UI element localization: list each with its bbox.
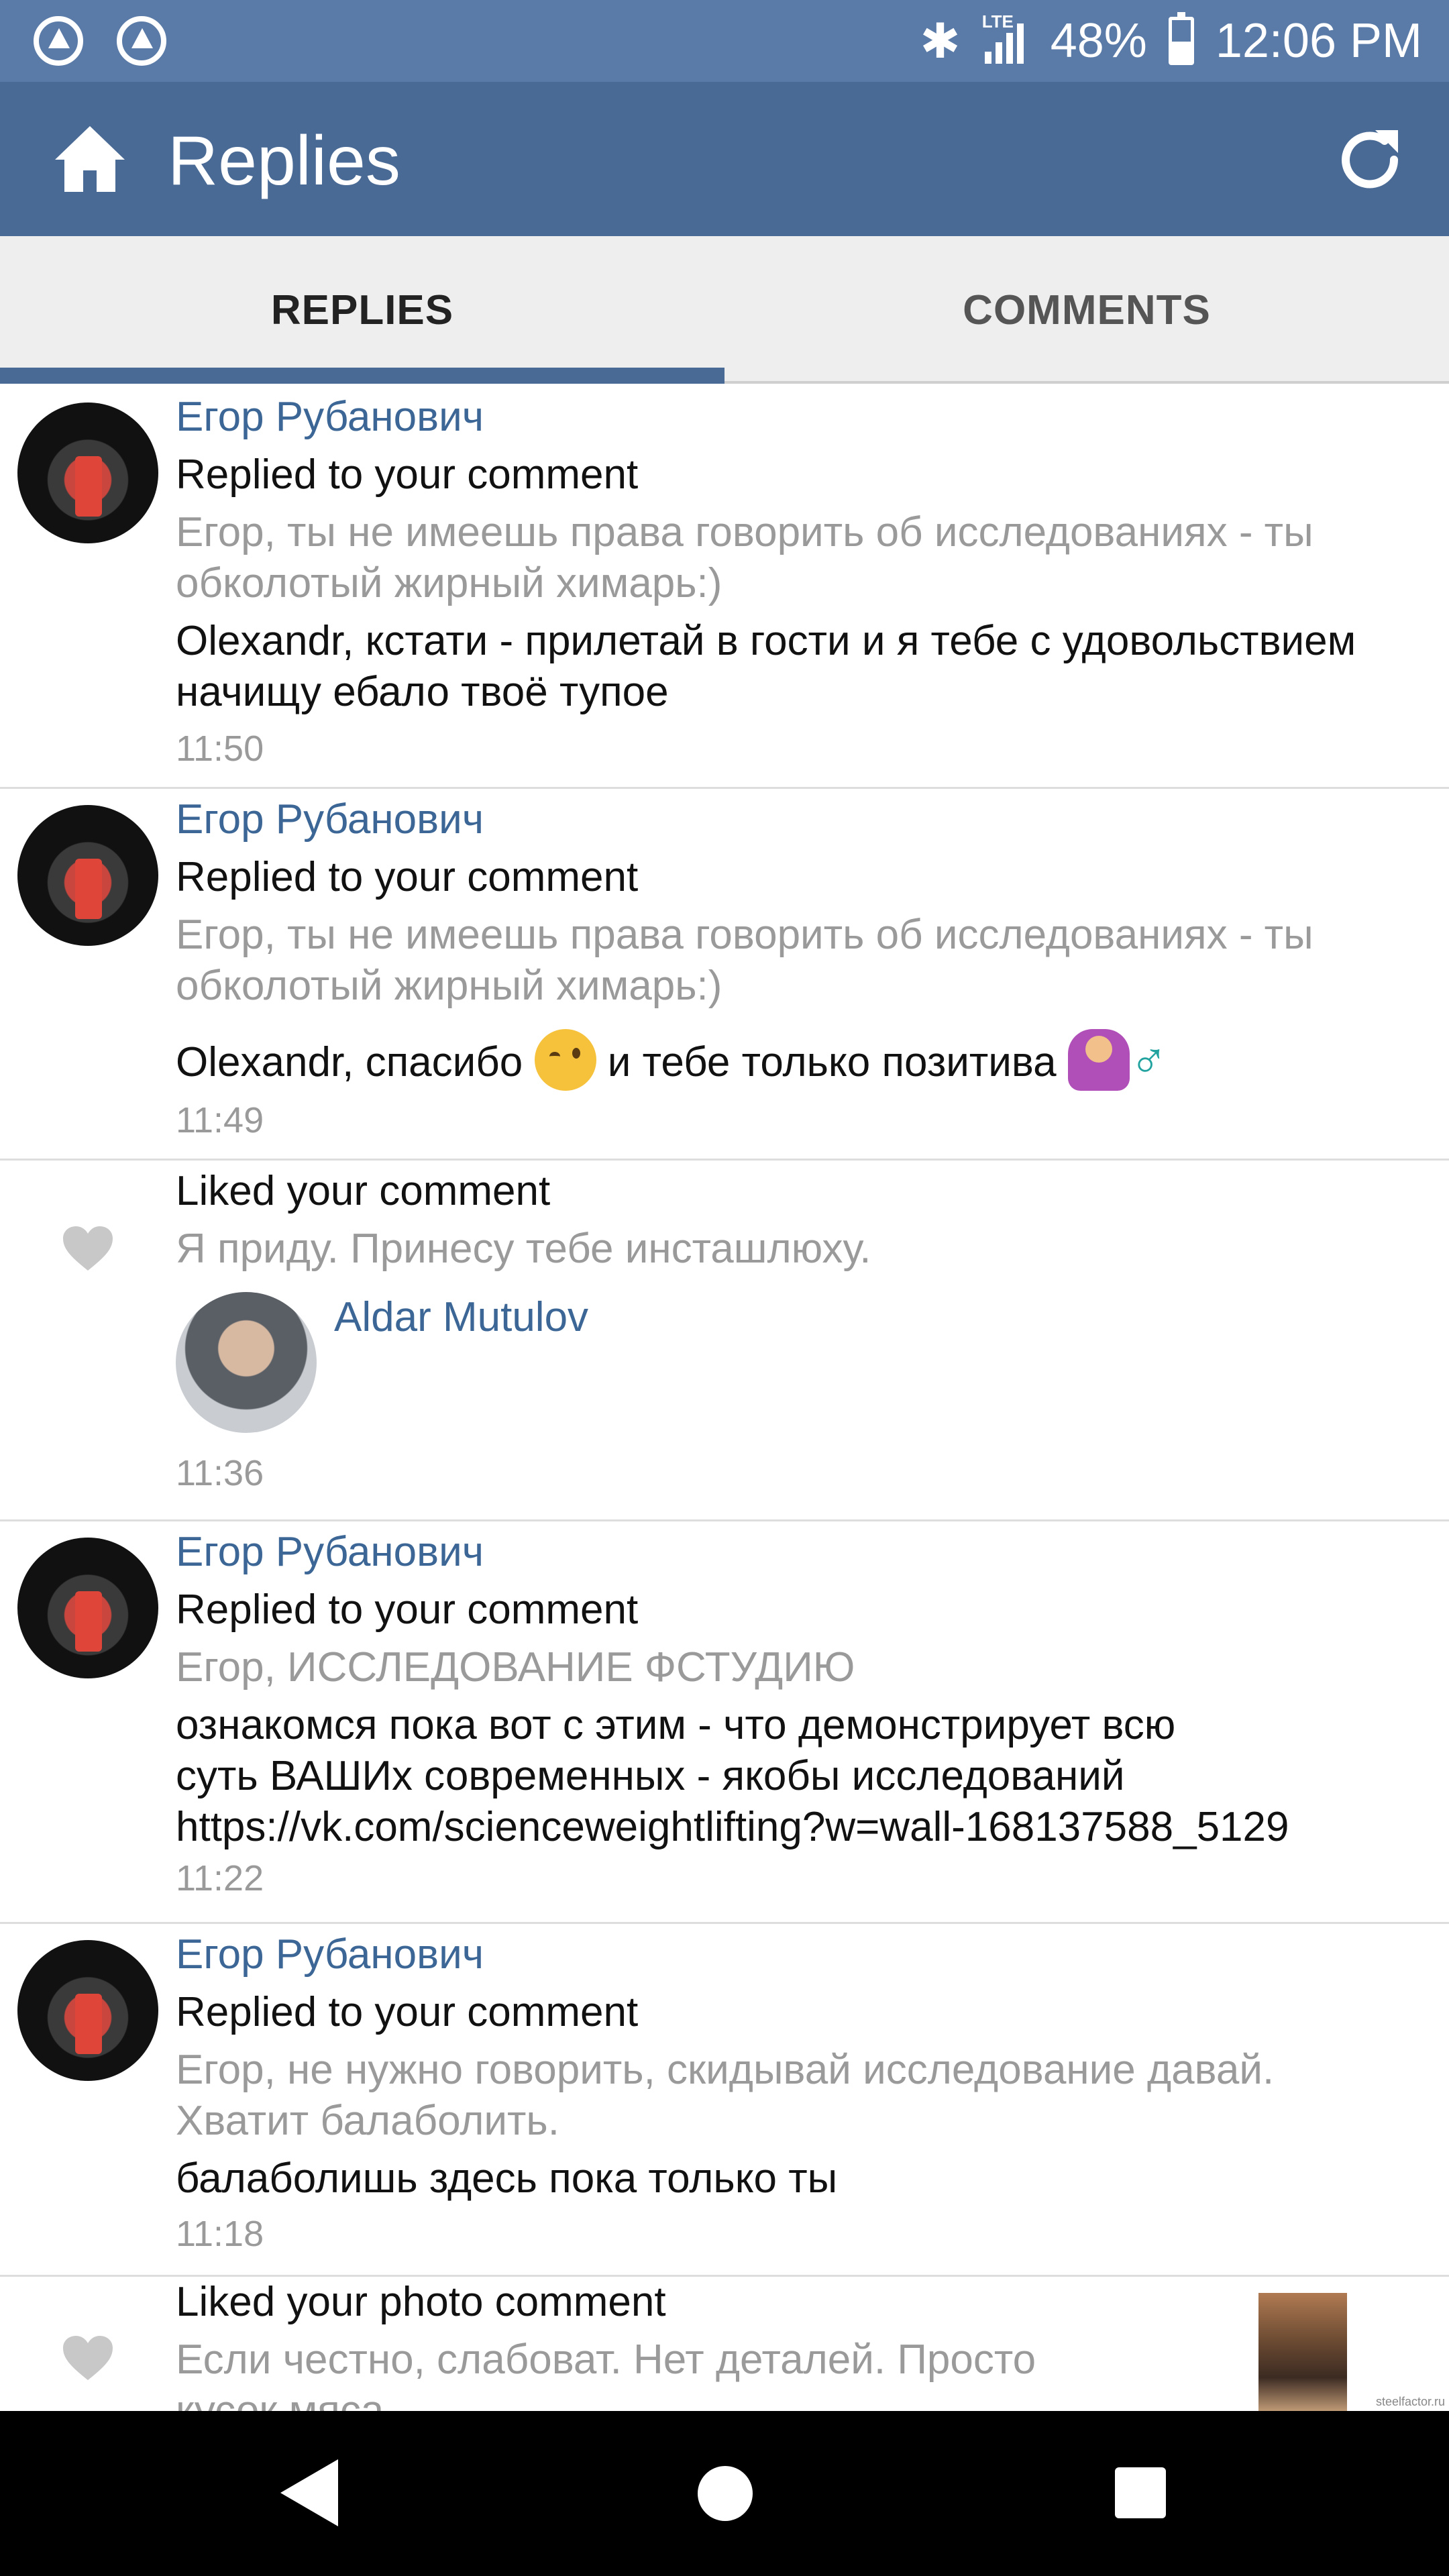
list-item[interactable]: Егор Рубанович Replied to your comment Е… [0,386,1449,789]
tab-comments[interactable]: COMMENTS [724,236,1449,384]
avatar[interactable] [17,402,158,543]
reply-text: Olexandr, спасибо и тебе только позитива… [176,1029,1422,1091]
reply-text-line: суть ВАШИх современных - якобы исследова… [176,1753,1125,1799]
page-title: Replies [168,122,400,200]
timestamp: 11:18 [176,2214,264,2254]
timestamp: 11:49 [176,1100,264,1140]
list-item[interactable]: Егор Рубанович Replied to your comment Е… [0,1924,1449,2277]
back-icon[interactable] [280,2459,338,2526]
clock: 12:06 PM [1215,14,1422,68]
home-icon[interactable] [52,122,127,196]
reply-text: балаболишь здесь пока только ты [176,2155,838,2202]
liker-name[interactable]: Aldar Mutulov [334,1292,588,1343]
status-bar: ✱ LTE 48% 12:06 PM [0,0,1449,82]
reply-text: Olexandr, кстати - прилетай в гости и я … [176,618,1356,715]
author-name[interactable]: Егор Рубанович [176,1527,1422,1578]
action-text: Liked your comment [176,1168,551,1214]
male-sign-icon: ♂ [1129,1030,1168,1087]
quoted-comment: Я приду. Принесу тебе инсташлюху. [176,1226,871,1272]
list-item[interactable]: Liked your photo comment Если честно, сл… [0,2277,1449,2411]
reply-text-part: и тебе только позитива [607,1039,1057,1085]
photo-thumbnail[interactable] [1258,2293,1347,2411]
notification-icons [34,16,166,66]
action-text: Replied to your comment [176,1989,639,2035]
tab-bar: REPLIES COMMENTS [0,236,1449,384]
tab-indicator [0,368,724,384]
avatar[interactable] [17,1940,158,2081]
wink-emoji-icon [534,1029,596,1091]
action-text: Replied to your comment [176,854,639,900]
list-item[interactable]: Егор Рубанович Replied to your comment Е… [0,789,1449,1161]
quoted-comment-line: Хватит балаболить. [176,2098,559,2144]
quoted-comment: Егор, ты не имеешь права говорить об исс… [176,509,1313,606]
refresh-icon[interactable] [1331,121,1409,199]
action-text: Replied to your comment [176,451,639,498]
recents-icon[interactable] [1115,2467,1166,2518]
reply-text-line: ознакомся пока вот с этим - что демонстр… [176,1702,1176,1748]
app-notification-icon [34,16,83,66]
quoted-comment-cut: кусок мяса [176,2387,384,2411]
tab-replies[interactable]: REPLIES [0,236,724,384]
watermark: steelfactor.ru [1375,2395,1445,2408]
reply-text-part: Olexandr, спасибо [176,1039,523,1085]
timestamp: 11:22 [176,1858,264,1898]
quoted-comment-line: Егор, не нужно говорить, скидывай исслед… [176,2047,1275,2093]
heart-icon [63,2336,113,2380]
battery-percent: 48% [1050,14,1147,68]
author-name[interactable]: Егор Рубанович [176,392,1422,443]
quoted-comment: Егор, ты не имеешь права говорить об исс… [176,912,1313,1009]
quoted-comment: Егор, ИССЛЕДОВАНИЕ ФСТУДИЮ [176,1644,855,1690]
action-text: Replied to your comment [176,1587,639,1633]
system-nav-bar [0,2411,1449,2576]
battery-icon [1168,12,1194,65]
list-item[interactable]: Егор Рубанович Replied to your comment Е… [0,1521,1449,1924]
home-nav-icon[interactable] [698,2466,753,2521]
signal-icon: LTE [982,11,1029,68]
timestamp: 11:50 [176,729,264,769]
avatar[interactable] [17,805,158,946]
replies-feed[interactable]: Егор Рубанович Replied to your comment Е… [0,386,1449,2411]
shrug-emoji-icon [1067,1029,1130,1091]
author-name[interactable]: Егор Рубанович [176,1929,1422,1980]
app-bar: Replies [0,82,1449,236]
app-notification-icon [117,16,166,66]
timestamp: 11:36 [176,1453,264,1493]
list-item[interactable]: Liked your comment Я приду. Принесу тебе… [0,1161,1449,1521]
quoted-comment: Если честно, слабоват. Нет деталей. Прос… [176,2337,1036,2383]
bluetooth-icon: ✱ [920,15,961,68]
author-name[interactable]: Егор Рубанович [176,794,1422,845]
avatar[interactable] [176,1292,317,1433]
avatar[interactable] [17,1538,158,1678]
reply-link[interactable]: https://vk.com/scienceweightlifting?w=wa… [176,1802,1422,1853]
heart-icon [63,1226,113,1271]
action-text: Liked your photo comment [176,2279,666,2325]
